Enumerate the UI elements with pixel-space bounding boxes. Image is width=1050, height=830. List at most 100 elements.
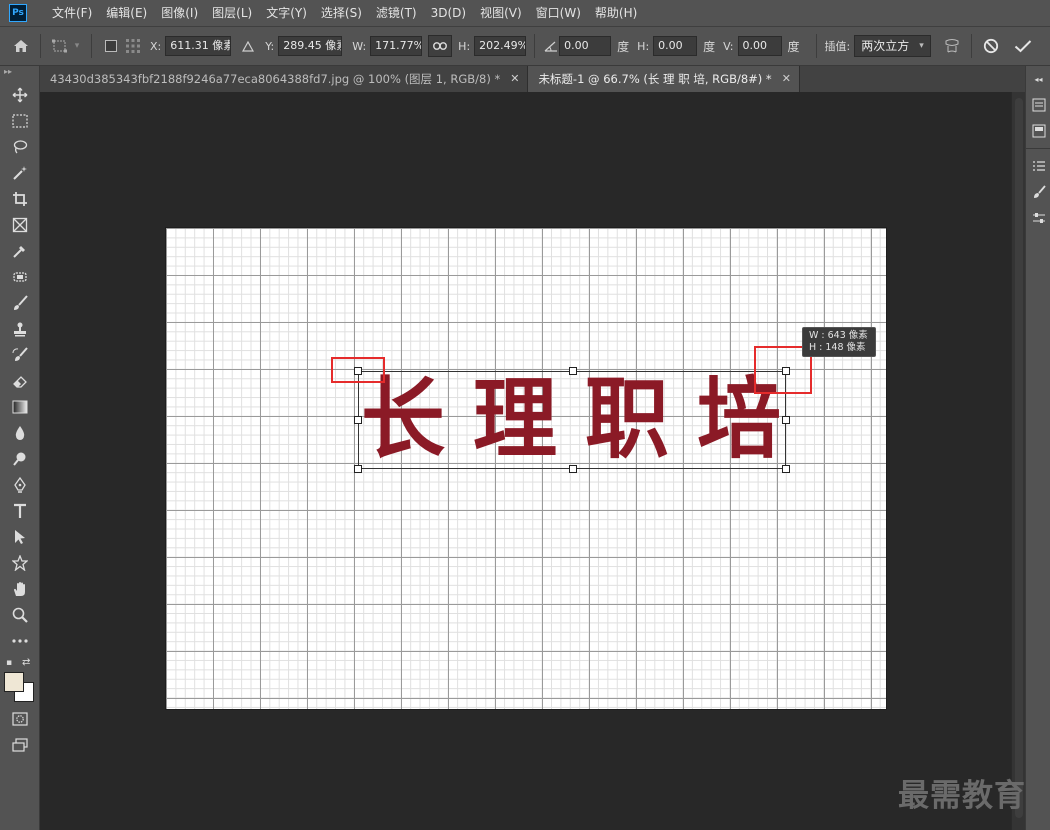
vertical-skew-field[interactable]: 0.00: [737, 36, 782, 56]
tab-document-untitled[interactable]: 未标题-1 @ 66.7% (长 理 职 培, RGB/8#) * ✕: [528, 66, 800, 92]
menu-view[interactable]: 视图(V): [473, 0, 529, 26]
angle-icon: [543, 35, 559, 57]
separator: [91, 34, 92, 58]
paragraph-panel-icon[interactable]: [1026, 153, 1050, 179]
chevron-down-icon[interactable]: ▾: [71, 35, 83, 57]
h-label: H:: [458, 39, 471, 53]
healing-brush-icon[interactable]: [0, 264, 40, 290]
menu-3d[interactable]: 3D(D): [424, 0, 473, 26]
reference-point-grid-icon[interactable]: [122, 35, 144, 57]
screen-mode-icon[interactable]: [0, 732, 40, 758]
eraser-tool-icon[interactable]: [0, 368, 40, 394]
close-icon[interactable]: ✕: [510, 66, 519, 92]
menu-image[interactable]: 图像(I): [154, 0, 205, 26]
triangle-delta-icon[interactable]: [237, 35, 259, 57]
panel-grip-icon[interactable]: ▸▸: [0, 66, 39, 82]
interpolation-value: 两次立方: [861, 39, 910, 53]
crop-tool-icon[interactable]: [0, 186, 40, 212]
cancel-transform-icon[interactable]: [980, 35, 1002, 57]
x-position-field[interactable]: 611.31 像素: [165, 36, 232, 56]
tooltip-height: H : 148 像素: [809, 342, 866, 353]
adjustments-panel-icon[interactable]: [1026, 205, 1050, 231]
hand-tool-icon[interactable]: [0, 576, 40, 602]
frame-tool-icon[interactable]: [0, 212, 40, 238]
separator: [1026, 148, 1050, 149]
transform-size-tooltip: W : 643 像素 H : 148 像素: [802, 327, 876, 357]
document-tabs: 43430d385343fbf2188f9246a77eca8064388fd7…: [40, 66, 1025, 92]
type-tool-icon[interactable]: [0, 498, 40, 524]
eyedropper-tool-icon[interactable]: [0, 238, 40, 264]
annotation-highlight-top-left: [331, 357, 385, 383]
menu-file[interactable]: 文件(F): [45, 0, 99, 26]
reference-point-checkbox[interactable]: [100, 35, 122, 57]
angle-unit: 度: [617, 39, 630, 54]
pen-tool-icon[interactable]: [0, 472, 40, 498]
menu-help[interactable]: 帮助(H): [588, 0, 644, 26]
rotation-angle-field[interactable]: 0.00: [559, 36, 612, 56]
lasso-tool-icon[interactable]: [0, 134, 40, 160]
move-tool-icon[interactable]: [0, 82, 40, 108]
path-selection-icon[interactable]: [0, 524, 40, 550]
brush-tool-icon[interactable]: [0, 290, 40, 316]
home-icon[interactable]: [10, 35, 32, 57]
separator: [815, 34, 817, 58]
interpolation-select[interactable]: 两次立方 ▾: [854, 35, 931, 57]
properties-panel-icon[interactable]: [1026, 118, 1050, 144]
gradient-tool-icon[interactable]: [0, 394, 40, 420]
h-skew-label: H:: [637, 39, 650, 53]
commit-transform-icon[interactable]: [1012, 35, 1034, 57]
zoom-tool-icon[interactable]: [0, 602, 40, 628]
vertical-scrollbar[interactable]: [1011, 92, 1025, 830]
handle-bottom-right[interactable]: [782, 465, 790, 473]
collapsed-panels: ◂◂: [1025, 66, 1050, 830]
horizontal-skew-field[interactable]: 0.00: [653, 36, 698, 56]
tab-document-jpg[interactable]: 43430d385343fbf2188f9246a77eca8064388fd7…: [40, 66, 529, 92]
x-label: X:: [150, 39, 162, 53]
v-skew-unit: 度: [787, 39, 800, 54]
y-label: Y:: [265, 39, 275, 53]
default-colors-icon[interactable]: ▪: [6, 658, 12, 668]
more-tools-icon[interactable]: [0, 628, 40, 654]
swap-colors-icon[interactable]: ⇄: [22, 657, 30, 668]
h-skew-unit: 度: [703, 39, 716, 54]
tools-panel: ▸▸ ▪ ⇄: [0, 66, 40, 830]
handle-bottom-left[interactable]: [354, 465, 362, 473]
clone-stamp-icon[interactable]: [0, 316, 40, 342]
history-panel-icon[interactable]: [1026, 92, 1050, 118]
foreground-color-swatch[interactable]: [4, 672, 24, 692]
quick-mask-icon[interactable]: [0, 706, 40, 732]
transform-tool-icon[interactable]: [49, 35, 71, 57]
menu-layer[interactable]: 图层(L): [205, 0, 259, 26]
w-label: W:: [352, 39, 367, 53]
link-proportions-icon[interactable]: [428, 35, 453, 57]
menu-window[interactable]: 窗口(W): [529, 0, 588, 26]
magic-wand-icon[interactable]: [0, 160, 40, 186]
warp-mode-icon[interactable]: [941, 35, 963, 57]
color-swatches: ▪ ⇄: [0, 654, 40, 702]
y-position-field[interactable]: 289.45 像素: [278, 36, 343, 56]
brush-settings-icon[interactable]: [1026, 179, 1050, 205]
width-percent-field[interactable]: 171.77%: [370, 36, 423, 56]
shape-tool-icon[interactable]: [0, 550, 40, 576]
marquee-tool-icon[interactable]: [0, 108, 40, 134]
menu-type[interactable]: 文字(Y): [259, 0, 314, 26]
menu-select[interactable]: 选择(S): [314, 0, 369, 26]
panel-collapse-icon[interactable]: ◂◂: [1026, 66, 1050, 92]
handle-middle-left[interactable]: [354, 416, 362, 424]
menu-edit[interactable]: 编辑(E): [99, 0, 154, 26]
handle-middle-right[interactable]: [782, 416, 790, 424]
tab-label: 43430d385343fbf2188f9246a77eca8064388fd7…: [50, 72, 501, 86]
watermark-logo: 最需教育: [898, 778, 1026, 814]
interpolation-label: 插值:: [824, 40, 851, 53]
handle-top-center[interactable]: [569, 367, 577, 375]
history-brush-icon[interactable]: [0, 342, 40, 368]
close-icon[interactable]: ✕: [782, 66, 791, 92]
dodge-tool-icon[interactable]: [0, 446, 40, 472]
menu-filter[interactable]: 滤镜(T): [369, 0, 424, 26]
blur-tool-icon[interactable]: [0, 420, 40, 446]
transform-bounding-box[interactable]: [358, 371, 786, 469]
scrollbar-thumb[interactable]: [1015, 98, 1023, 818]
height-percent-field[interactable]: 202.49%: [474, 36, 527, 56]
separator: [40, 34, 41, 58]
handle-bottom-center[interactable]: [569, 465, 577, 473]
